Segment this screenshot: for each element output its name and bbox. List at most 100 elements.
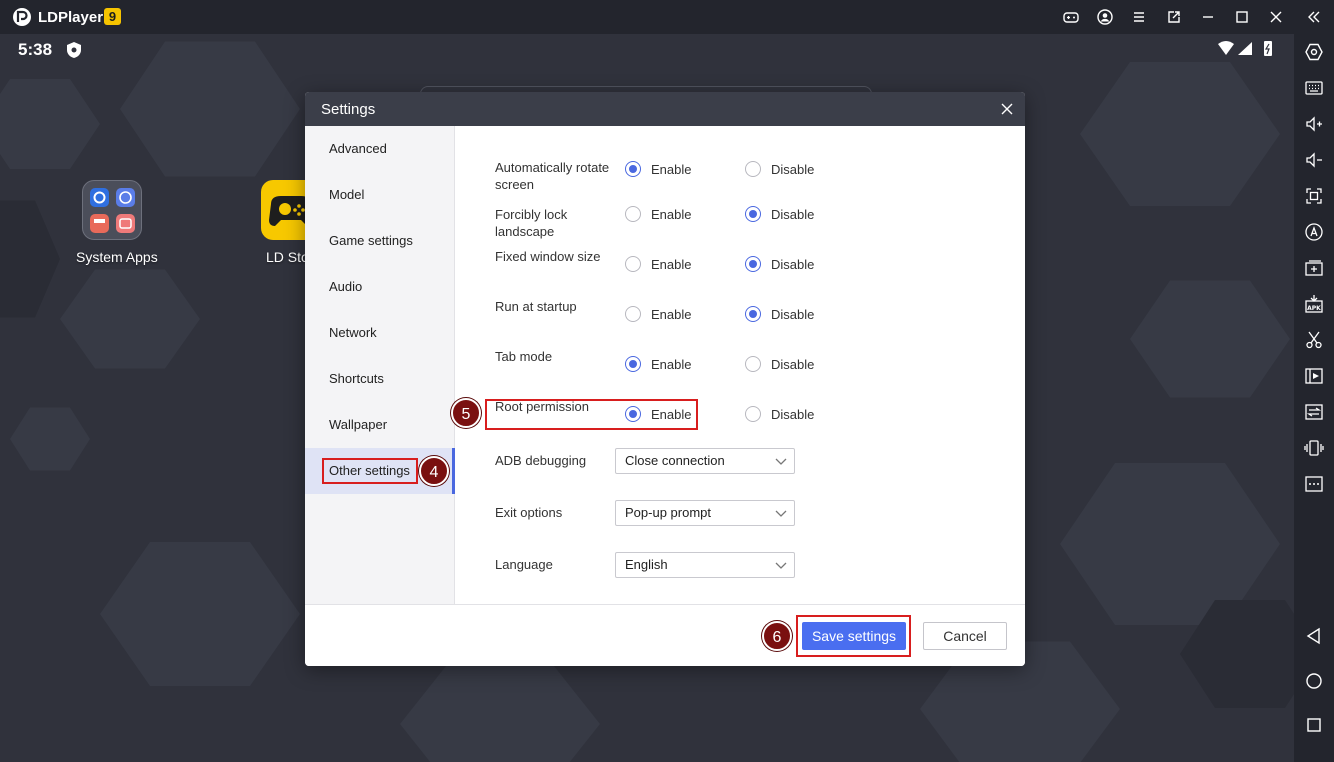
- sync-icon[interactable]: [1304, 402, 1324, 422]
- settings-content: Automatically rotate screen Enable Disab…: [455, 126, 1025, 604]
- chevron-down-icon: [775, 562, 787, 569]
- nav-item-audio[interactable]: Audio: [305, 264, 455, 310]
- radio-enable-label: Enable: [651, 307, 692, 322]
- title-bar: LDPlayer 9: [0, 0, 1334, 34]
- radio-enable[interactable]: [625, 256, 641, 272]
- keyboard-icon[interactable]: [1304, 78, 1324, 98]
- popout-icon[interactable]: [1165, 8, 1183, 26]
- radio-enable[interactable]: [625, 161, 641, 177]
- wallpaper-hex: [1130, 280, 1290, 398]
- dialog-title: Settings: [321, 101, 376, 118]
- wallpaper-hex: [0, 79, 100, 169]
- nav-item-network[interactable]: Network: [305, 310, 455, 356]
- radio-enable[interactable]: [625, 206, 641, 222]
- radio-disable-label: Disable: [771, 257, 815, 272]
- dialog-header: Settings: [305, 92, 1025, 126]
- option-label: Forcibly lock landscape: [495, 207, 568, 239]
- radio-enable-label: Enable: [651, 257, 692, 272]
- select-value: English: [625, 557, 668, 572]
- account-icon[interactable]: [1096, 8, 1114, 26]
- radio-disable-label: Disable: [771, 207, 815, 222]
- recents-icon[interactable]: [1304, 715, 1324, 735]
- radio-enable[interactable]: [625, 306, 641, 322]
- option-label: Automatically rotate screen: [495, 160, 610, 192]
- cancel-button[interactable]: Cancel: [923, 622, 1007, 650]
- highlight-box: [485, 399, 698, 430]
- radio-disable[interactable]: [745, 256, 761, 272]
- save-settings-button[interactable]: Save settings: [802, 622, 906, 650]
- nav-item-advanced[interactable]: Advanced: [305, 126, 455, 172]
- home-icon[interactable]: [1304, 671, 1324, 691]
- radio-disable-label: Disable: [771, 162, 815, 177]
- radio-disable[interactable]: [745, 161, 761, 177]
- chevron-down-icon: [775, 510, 787, 517]
- wallpaper-hex: [60, 269, 200, 369]
- radio-enable[interactable]: [625, 356, 641, 372]
- maximize-icon[interactable]: [1233, 8, 1251, 26]
- more-icon[interactable]: [1304, 474, 1324, 494]
- radio-disable[interactable]: [745, 356, 761, 372]
- wallpaper-hex: [120, 41, 300, 177]
- scissors-icon[interactable]: [1304, 330, 1324, 350]
- select-value: Close connection: [625, 453, 725, 468]
- system-apps-folder-icon[interactable]: [82, 180, 142, 240]
- wallpaper-hex: [0, 200, 60, 318]
- minimize-icon[interactable]: [1199, 8, 1217, 26]
- exit-options-select[interactable]: Pop-up prompt: [615, 500, 795, 526]
- wallpaper-hex: [400, 661, 600, 762]
- apk-icon[interactable]: APK: [1304, 294, 1324, 314]
- record-icon[interactable]: [1304, 366, 1324, 386]
- dialog-close-icon[interactable]: [999, 101, 1015, 117]
- volume-down-icon[interactable]: [1304, 150, 1324, 170]
- shield-icon: [67, 42, 81, 58]
- volume-up-icon[interactable]: [1304, 114, 1324, 134]
- chevron-down-icon: [775, 458, 787, 465]
- menu-icon[interactable]: [1130, 8, 1148, 26]
- step-badge: 6: [762, 621, 792, 651]
- wallpaper-hex: [10, 407, 90, 471]
- close-icon[interactable]: [1267, 8, 1285, 26]
- app-title: LDPlayer: [38, 9, 104, 26]
- settings-dialog: Settings Advanced Model Game settings Au…: [305, 92, 1025, 666]
- settings-nav: Advanced Model Game settings Audio Netwo…: [305, 126, 455, 604]
- radio-disable[interactable]: [745, 206, 761, 222]
- wallpaper-hex: [1080, 62, 1280, 206]
- nav-item-wallpaper[interactable]: Wallpaper: [305, 402, 455, 448]
- language-select[interactable]: English: [615, 552, 795, 578]
- signal-icon: [1238, 42, 1252, 55]
- option-label: Run at startup: [495, 299, 577, 314]
- highlight-box: [322, 458, 418, 484]
- status-time: 5:38: [18, 40, 53, 59]
- status-indicators: [1218, 41, 1272, 56]
- ldplayer-logo-icon: [13, 8, 31, 26]
- step-badge: 4: [419, 456, 449, 486]
- wifi-icon: [1218, 41, 1234, 55]
- adb-debugging-select[interactable]: Close connection: [615, 448, 795, 474]
- settings-hex-icon[interactable]: [1304, 42, 1324, 62]
- auto-click-icon[interactable]: [1304, 222, 1324, 242]
- app-label: LD Store: [266, 249, 306, 265]
- select-label: Language: [495, 557, 553, 572]
- select-value: Pop-up prompt: [625, 505, 711, 520]
- nav-item-model[interactable]: Model: [305, 172, 455, 218]
- radio-enable-label: Enable: [651, 207, 692, 222]
- radio-disable-label: Disable: [771, 307, 815, 322]
- radio-disable[interactable]: [745, 406, 761, 422]
- radio-enable-label: Enable: [651, 357, 692, 372]
- collapse-sidebar-icon[interactable]: [1305, 8, 1323, 26]
- version-badge: 9: [104, 8, 121, 25]
- fullscreen-icon[interactable]: [1304, 186, 1324, 206]
- nav-item-shortcuts[interactable]: Shortcuts: [305, 356, 455, 402]
- step-badge: 5: [451, 398, 481, 428]
- app-label: System Apps: [76, 249, 158, 265]
- radio-disable[interactable]: [745, 306, 761, 322]
- select-label: ADB debugging: [495, 453, 587, 468]
- back-icon[interactable]: [1304, 626, 1324, 646]
- gamepad-icon[interactable]: [1062, 8, 1080, 26]
- nav-item-game-settings[interactable]: Game settings: [305, 218, 455, 264]
- add-window-icon[interactable]: [1304, 258, 1324, 278]
- select-label: Exit options: [495, 505, 563, 520]
- dialog-footer: Save settings Cancel: [305, 604, 1025, 666]
- shake-icon[interactable]: [1304, 438, 1324, 458]
- radio-disable-label: Disable: [771, 407, 815, 422]
